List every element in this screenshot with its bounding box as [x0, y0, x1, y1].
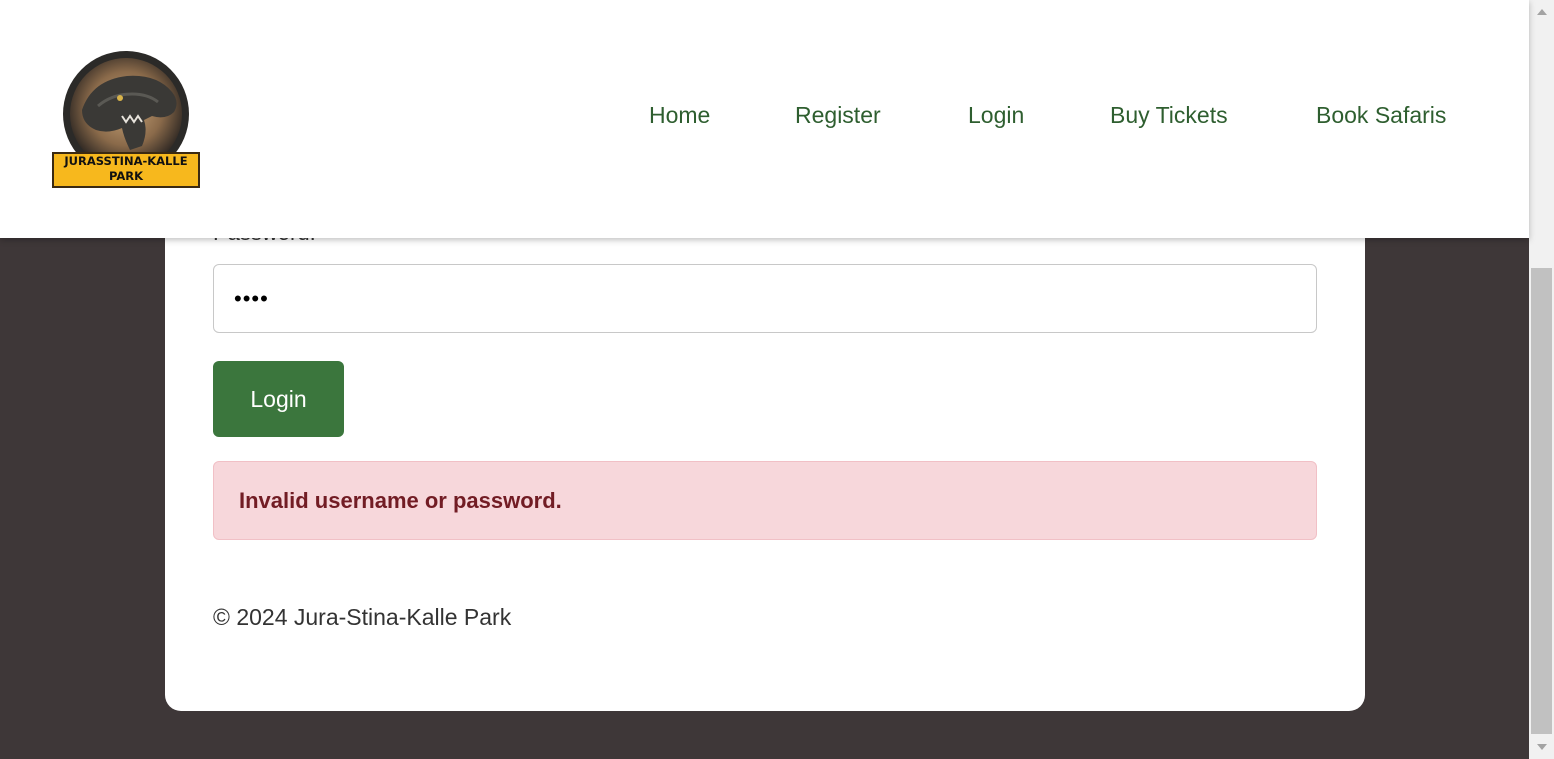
main-nav: Home Register Login Buy Tickets Book Saf…: [0, 102, 1529, 136]
password-input[interactable]: [213, 264, 1317, 333]
site-header: JURASSTINA-KALLE PARK Home Register Logi…: [0, 0, 1529, 238]
logo-text-line2: PARK: [108, 169, 144, 183]
nav-login[interactable]: Login: [968, 102, 1024, 129]
nav-buy-tickets[interactable]: Buy Tickets: [1110, 102, 1228, 129]
page-scrollbar[interactable]: [1529, 0, 1554, 759]
scrollbar-thumb[interactable]: [1531, 268, 1552, 734]
nav-book-safaris[interactable]: Book Safaris: [1316, 102, 1446, 129]
chevron-down-icon[interactable]: [1529, 738, 1554, 756]
error-alert: Invalid username or password.: [213, 461, 1317, 540]
footer-copyright: © 2024 Jura-Stina-Kalle Park: [213, 604, 512, 630]
nav-home[interactable]: Home: [649, 102, 710, 129]
logo-text-line1: JURASSTINA-KALLE: [64, 154, 188, 168]
error-message: Invalid username or password.: [239, 487, 562, 513]
nav-register[interactable]: Register: [795, 102, 881, 129]
chevron-up-icon[interactable]: [1529, 3, 1554, 21]
login-button[interactable]: Login: [213, 361, 344, 437]
